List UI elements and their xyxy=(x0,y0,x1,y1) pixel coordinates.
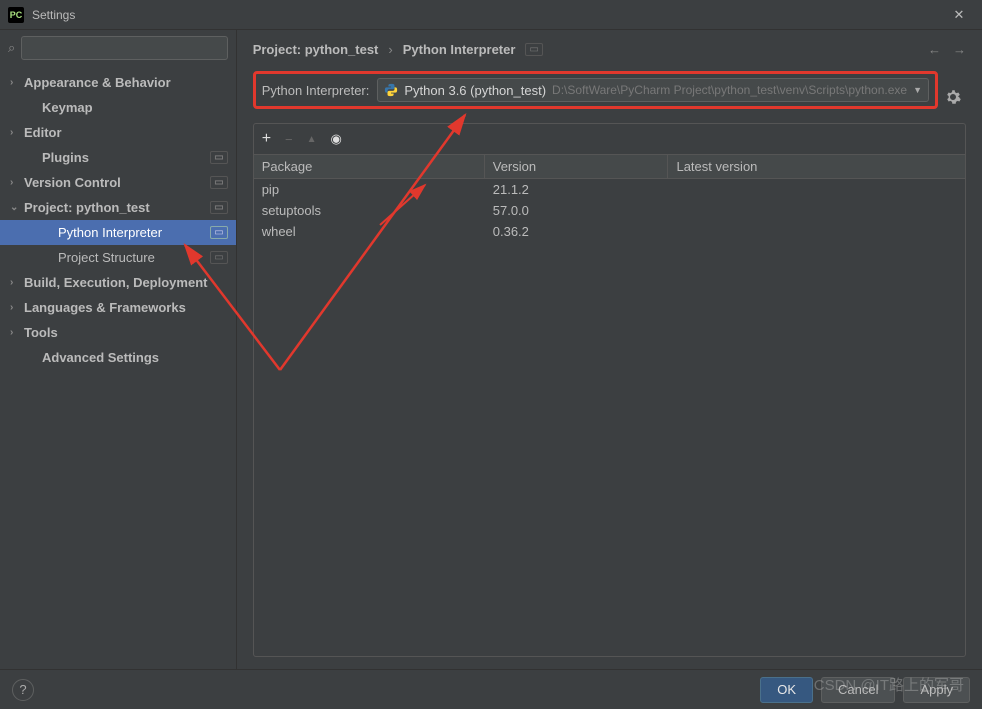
scope-tag-icon: ▭ xyxy=(210,151,227,164)
tree-item-label: Build, Execution, Deployment xyxy=(24,275,228,290)
tree-item[interactable]: ›Languages & Frameworks xyxy=(0,295,236,320)
tree-item[interactable]: Plugins ▭ xyxy=(0,145,236,170)
chevron-right-icon: › xyxy=(10,277,24,288)
tree-item-label: Keymap xyxy=(42,100,228,115)
table-cell: 0.36.2 xyxy=(484,221,668,242)
chevron-right-icon: › xyxy=(10,327,24,338)
search-row: ⌕ xyxy=(0,30,236,66)
tree-item[interactable]: ›Build, Execution, Deployment xyxy=(0,270,236,295)
tree-item-label: Editor xyxy=(24,125,228,140)
tree-item[interactable]: Keymap xyxy=(0,95,236,120)
ok-button[interactable]: OK xyxy=(760,677,813,703)
table-header[interactable]: Latest version xyxy=(668,155,965,179)
tree-item-label: Tools xyxy=(24,325,228,340)
tree-item-label: Languages & Frameworks xyxy=(24,300,228,315)
interpreter-row: Python Interpreter: Python 3.6 (python_t… xyxy=(253,71,938,109)
tree-item[interactable]: ›Editor xyxy=(0,120,236,145)
add-package-icon[interactable]: + xyxy=(262,130,271,148)
tree-item[interactable]: ›Appearance & Behavior xyxy=(0,70,236,95)
tree-item[interactable]: Project Structure ▭ xyxy=(0,245,236,270)
package-table: PackageVersionLatest version pip21.1.2se… xyxy=(254,155,965,242)
table-row[interactable]: setuptools57.0.0 xyxy=(254,200,965,221)
help-button[interactable]: ? xyxy=(12,679,34,701)
tree-item[interactable]: Python Interpreter ▭ xyxy=(0,220,236,245)
search-icon: ⌕ xyxy=(8,40,15,56)
chevron-right-icon: › xyxy=(10,177,24,188)
chevron-right-icon: › xyxy=(10,127,24,138)
chevron-down-icon: ⌄ xyxy=(10,202,24,213)
interpreter-dropdown[interactable]: Python 3.6 (python_test) D:\SoftWare\PyC… xyxy=(377,78,929,102)
titlebar: PC Settings ✕ xyxy=(0,0,982,30)
tree-item[interactable]: Advanced Settings xyxy=(0,345,236,370)
chevron-right-icon: › xyxy=(10,77,24,88)
tree-item-label: Python Interpreter xyxy=(58,225,206,240)
tree-item[interactable]: ›Version Control ▭ xyxy=(0,170,236,195)
table-header[interactable]: Package xyxy=(254,155,485,179)
table-cell: 21.1.2 xyxy=(484,179,668,201)
tree-item-label: Project: python_test xyxy=(24,200,206,215)
search-input[interactable] xyxy=(21,36,227,60)
tree-item-label: Appearance & Behavior xyxy=(24,75,228,90)
interpreter-label: Python Interpreter: xyxy=(262,83,370,98)
tree-item-label: Advanced Settings xyxy=(42,350,228,365)
package-table-wrap: PackageVersionLatest version pip21.1.2se… xyxy=(253,154,966,657)
window-title: Settings xyxy=(32,8,944,22)
show-early-icon[interactable]: ◉ xyxy=(331,131,342,147)
cancel-button[interactable]: Cancel xyxy=(821,677,895,703)
apply-button[interactable]: Apply xyxy=(903,677,970,703)
scope-tag-icon: ▭ xyxy=(210,251,227,264)
table-cell: wheel xyxy=(254,221,485,242)
settings-content: Project: python_test › Python Interprete… xyxy=(237,30,982,669)
tree-item-label: Project Structure xyxy=(58,250,206,265)
upgrade-package-icon[interactable]: ▲ xyxy=(307,134,317,145)
settings-tree: ›Appearance & BehaviorKeymap›EditorPlugi… xyxy=(0,66,236,669)
breadcrumb-page: Python Interpreter xyxy=(403,42,516,57)
tree-item-label: Version Control xyxy=(24,175,206,190)
gear-icon[interactable] xyxy=(940,84,966,110)
scope-tag-icon: ▭ xyxy=(210,201,227,214)
nav-back-icon[interactable]: ← xyxy=(928,42,941,57)
tree-item[interactable]: ⌄Project: python_test ▭ xyxy=(0,195,236,220)
breadcrumb: Project: python_test › Python Interprete… xyxy=(253,42,966,57)
settings-sidebar: ⌕ ›Appearance & BehaviorKeymap›EditorPlu… xyxy=(0,30,237,669)
table-cell: setuptools xyxy=(254,200,485,221)
python-icon xyxy=(384,83,398,97)
scope-tag-icon: ▭ xyxy=(210,176,227,189)
tree-item[interactable]: ›Tools xyxy=(0,320,236,345)
package-toolbar: + − ▲ ◉ xyxy=(253,123,966,154)
app-icon: PC xyxy=(8,7,24,23)
nav-forward-icon[interactable]: → xyxy=(953,42,966,57)
chevron-right-icon: › xyxy=(10,302,24,313)
table-cell xyxy=(668,179,965,201)
table-cell: 57.0.0 xyxy=(484,200,668,221)
breadcrumb-separator: › xyxy=(388,42,392,57)
remove-package-icon[interactable]: − xyxy=(285,132,293,147)
chevron-down-icon: ▼ xyxy=(913,85,922,95)
table-cell xyxy=(668,200,965,221)
table-row[interactable]: pip21.1.2 xyxy=(254,179,965,201)
scope-tag-icon: ▭ xyxy=(210,226,227,239)
table-cell xyxy=(668,221,965,242)
table-cell: pip xyxy=(254,179,485,201)
tree-item-label: Plugins xyxy=(42,150,206,165)
breadcrumb-project: Project: python_test xyxy=(253,42,379,57)
table-row[interactable]: wheel0.36.2 xyxy=(254,221,965,242)
interpreter-name: Python 3.6 (python_test) xyxy=(404,83,546,98)
interpreter-path: D:\SoftWare\PyCharm Project\python_test\… xyxy=(552,83,907,97)
breadcrumb-scope-tag: ▭ xyxy=(525,43,542,56)
table-header[interactable]: Version xyxy=(484,155,668,179)
dialog-footer: ? OK Cancel Apply xyxy=(0,669,982,709)
close-icon[interactable]: ✕ xyxy=(944,7,974,23)
